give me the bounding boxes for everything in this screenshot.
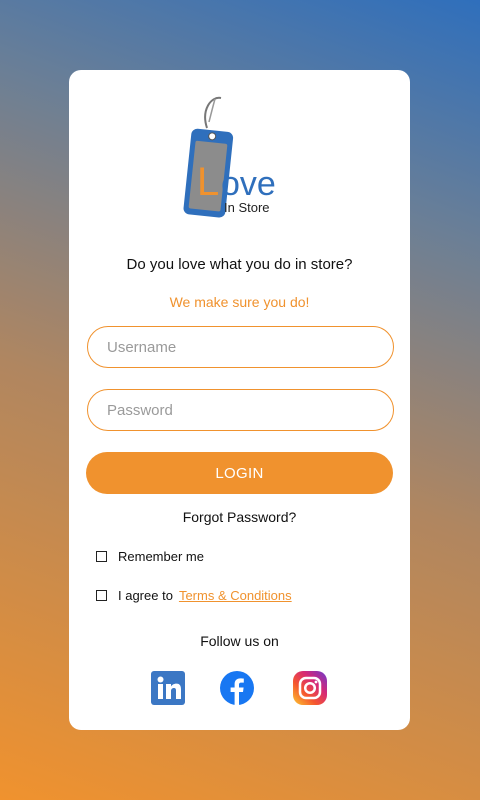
agree-label: I agree to (118, 588, 173, 603)
subtagline: We make sure you do! (169, 294, 310, 310)
svg-text:ove: ove (221, 165, 276, 203)
svg-text:In Store: In Store (224, 200, 270, 215)
terms-agree-row: I agree to Terms & Conditions (96, 588, 292, 603)
instagram-icon[interactable] (292, 670, 328, 706)
facebook-icon[interactable] (219, 670, 255, 706)
linkedin-icon[interactable] (150, 670, 186, 706)
follow-us-label: Follow us on (200, 633, 279, 649)
svg-text:L: L (197, 160, 219, 204)
remember-me-checkbox[interactable] (96, 551, 107, 562)
password-input[interactable] (87, 389, 394, 431)
forgot-password-link[interactable]: Forgot Password? (69, 509, 410, 525)
terms-link[interactable]: Terms & Conditions (179, 588, 292, 603)
terms-checkbox[interactable] (96, 590, 107, 601)
username-input[interactable] (87, 326, 394, 368)
love-in-store-logo: L ove In Store (183, 96, 276, 218)
tagline: Do you love what you do in store? (126, 256, 353, 273)
remember-me-label: Remember me (118, 549, 204, 564)
remember-me-row[interactable]: Remember me (96, 549, 204, 564)
login-card: L ove In Store Do you love what you do i… (69, 70, 410, 730)
login-button[interactable]: LOGIN (86, 452, 393, 494)
